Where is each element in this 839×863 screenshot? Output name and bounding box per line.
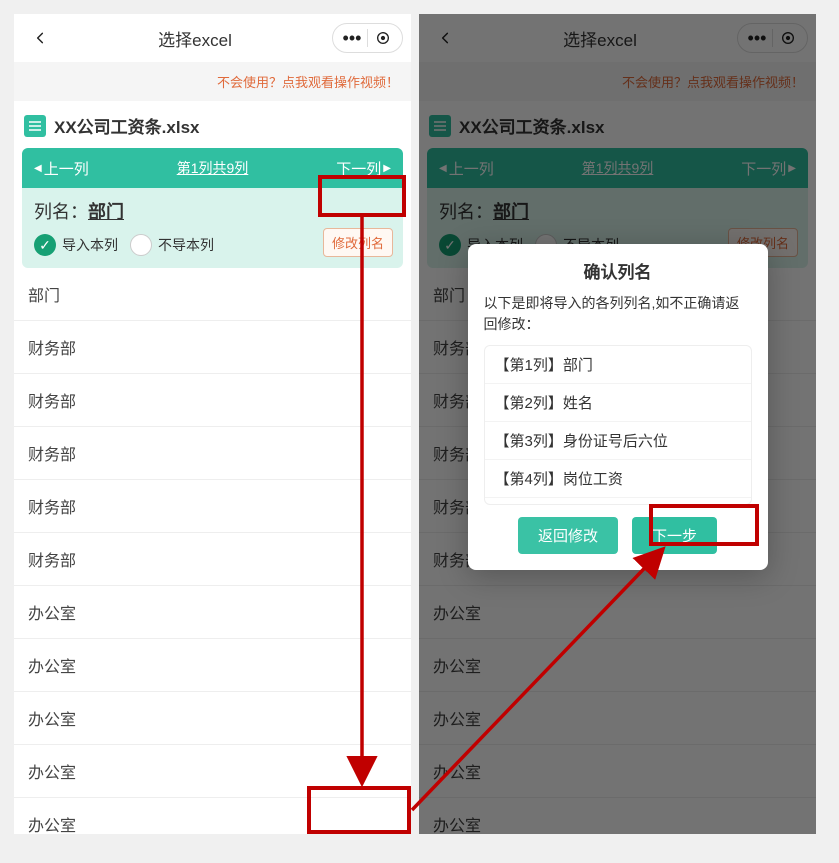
prev-column-button[interactable]: ◀ 上一列 [437,158,494,179]
titlebar: 选择excel ••• [14,14,411,62]
list-item: 办公室 [14,639,411,692]
help-banner[interactable]: 不会使用？点我观看操作视频！ [14,62,411,101]
column-data-list: 部门 财务部 财务部 财务部 财务部 财务部 办公室 办公室 办公室 办公室 办… [14,268,411,834]
next-column-button[interactable]: 下一列 ▶ [741,158,798,179]
file-name: XX公司工资条.xlsx [54,113,200,138]
modal-list-item: 【第4列】岗位工资 [485,460,751,498]
modal-next-button[interactable]: 下一步 [632,517,717,554]
more-icon[interactable]: ••• [337,28,367,49]
modal-desc: 以下是即将导入的各列列名,如不正确请返回修改： [484,293,752,335]
file-name: XX公司工资条.xlsx [459,113,605,138]
chevron-left-icon: ◀ [34,163,42,174]
list-item: 财务部 [14,480,411,533]
modal-list-item: 【第2列】姓名 [485,384,751,422]
excel-file-icon [429,115,451,137]
list-item: 财务部 [14,374,411,427]
list-item: 办公室 [419,586,816,639]
page-title: 选择excel [58,26,332,51]
modal-list-item: 【第5列】当月奖金 [485,498,751,505]
column-indicator[interactable]: 第1列共9列 [89,158,337,178]
file-name-bar: XX公司工资条.xlsx [419,101,816,148]
more-icon[interactable]: ••• [742,28,772,49]
back-icon[interactable] [427,31,463,45]
list-item: 办公室 [14,745,411,798]
help-banner[interactable]: 不会使用？点我观看操作视频！ [419,62,816,101]
import-column-radio[interactable] [439,234,461,256]
phone-left: 选择excel ••• 不会使用？点我观看操作视频！ XX公司工资条.xlsx [14,14,411,834]
chevron-right-icon: ▶ [383,163,391,174]
list-item: 办公室 [419,692,816,745]
list-item: 办公室 [419,798,816,834]
next-column-button[interactable]: 下一列 ▶ [336,158,393,179]
list-item: 办公室 [419,745,816,798]
chevron-left-icon: ◀ [439,163,447,174]
column-name-label: 列名： [34,202,88,222]
column-panel: 列名：部门 导入本列 不导本列 修改列名 [22,188,403,268]
titlebar: 选择excel ••• [419,14,816,62]
list-item: 部门 [14,268,411,321]
modal-title: 确认列名 [484,258,752,283]
skip-column-radio[interactable] [130,234,152,256]
prev-column-button[interactable]: ◀ 上一列 [32,158,89,179]
list-item: 办公室 [419,639,816,692]
skip-column-label: 不导本列 [158,235,214,255]
close-mini-icon[interactable] [773,30,803,46]
wechat-capsule[interactable]: ••• [737,23,808,53]
excel-file-icon [24,115,46,137]
page-title: 选择excel [463,26,737,51]
modal-list[interactable]: 【第1列】部门 【第2列】姓名 【第3列】身份证号后六位 【第4列】岗位工资 【… [484,345,752,505]
modify-column-button[interactable]: 修改列名 [323,228,393,257]
modal-list-item: 【第1列】部门 [485,346,751,384]
wechat-capsule[interactable]: ••• [332,23,403,53]
list-item: 财务部 [14,533,411,586]
column-nav: ◀ 上一列 第1列共9列 下一列 ▶ [22,148,403,188]
modal-list-item: 【第3列】身份证号后六位 [485,422,751,460]
import-column-label: 导入本列 [62,235,118,255]
column-indicator[interactable]: 第1列共9列 [494,158,742,178]
modal-back-button[interactable]: 返回修改 [518,517,618,554]
list-item: 办公室 [14,798,411,834]
confirm-columns-modal: 确认列名 以下是即将导入的各列列名,如不正确请返回修改： 【第1列】部门 【第2… [468,244,768,570]
column-name-value: 部门 [88,202,124,222]
chevron-right-icon: ▶ [788,163,796,174]
column-nav: ◀ 上一列 第1列共9列 下一列 ▶ [427,148,808,188]
import-column-radio[interactable] [34,234,56,256]
close-mini-icon[interactable] [368,30,398,46]
list-item: 财务部 [14,321,411,374]
file-name-bar: XX公司工资条.xlsx [14,101,411,148]
list-item: 财务部 [14,427,411,480]
list-item: 办公室 [14,586,411,639]
phone-right: 选择excel ••• 不会使用？点我观看操作视频！ XX公司工资条.xlsx [419,14,816,834]
back-icon[interactable] [22,31,58,45]
list-item: 办公室 [14,692,411,745]
